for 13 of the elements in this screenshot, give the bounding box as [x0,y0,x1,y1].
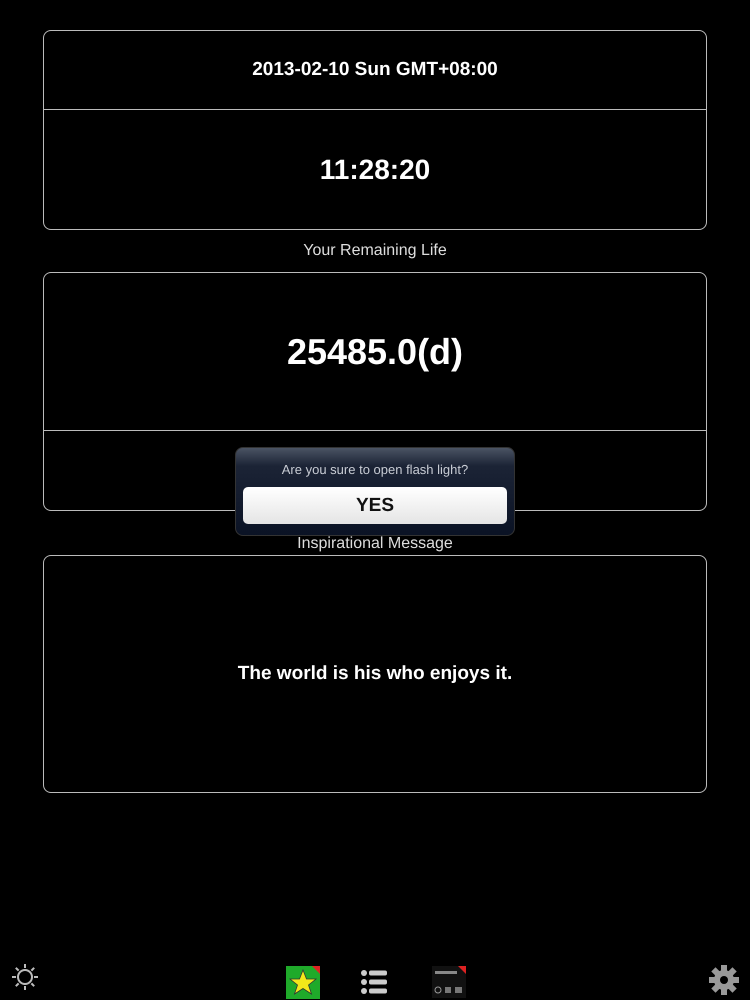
yes-button[interactable]: YES [243,487,507,524]
date-text: 2013-02-10 Sun GMT+08:00 [252,59,498,81]
remaining-life-label: Your Remaining Life [303,242,447,260]
app-box-icon[interactable] [432,966,466,998]
remaining-days-text: 25485.0(d) [286,330,464,372]
message-label: Inspirational Message [297,535,453,553]
list-icon[interactable] [361,970,387,994]
star-app-icon[interactable] [286,966,320,999]
popover-prompt: Are you sure to open flash light? [282,462,468,477]
brightness-icon[interactable] [10,962,40,992]
settings-icon[interactable] [708,964,740,996]
time-text: 11:28:20 [320,154,430,186]
message-text: The world is his who enjoys it. [238,663,512,685]
